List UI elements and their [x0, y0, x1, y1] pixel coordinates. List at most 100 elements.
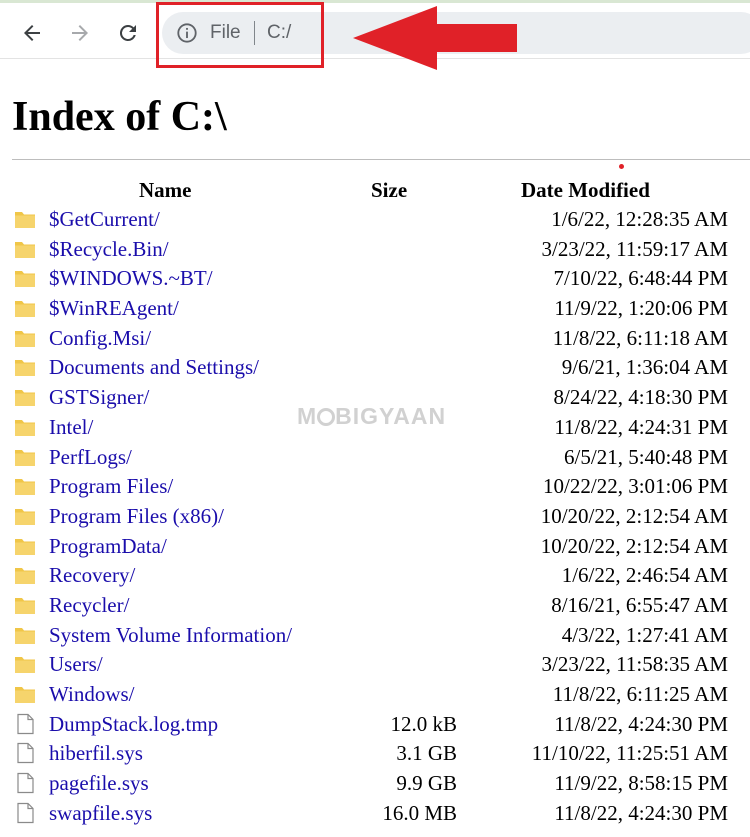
entry-date: 11/10/22, 11:25:51 AM [531, 741, 728, 766]
reload-button[interactable] [114, 19, 142, 47]
entry-date: 7/10/22, 6:48:44 PM [553, 266, 728, 291]
table-row: swapfile.sys 16.0 MB 11/8/22, 4:24:30 PM [0, 798, 750, 828]
folder-icon [14, 238, 36, 260]
entry-link[interactable]: GSTSigner/ [49, 382, 149, 412]
forward-button[interactable] [66, 19, 94, 47]
table-row: $WINDOWS.~BT/7/10/22, 6:48:44 PM [0, 263, 750, 293]
folder-icon [14, 416, 36, 438]
folder-icon [14, 356, 36, 378]
entry-date: 8/24/22, 4:18:30 PM [553, 385, 728, 410]
entry-size: 12.0 kB [390, 711, 457, 736]
table-row: Users/3/23/22, 11:58:35 AM [0, 649, 750, 679]
column-header-size[interactable]: Size [371, 177, 407, 203]
entry-link[interactable]: hiberfil.sys [49, 738, 143, 768]
folder-icon [14, 475, 36, 497]
watermark-logo: M BIGYAAN [297, 403, 447, 429]
table-row: Recycler/8/16/21, 6:55:47 AM [0, 590, 750, 620]
entry-link[interactable]: System Volume Information/ [49, 620, 292, 650]
entry-link[interactable]: PerfLogs/ [49, 442, 132, 472]
entry-link[interactable]: Windows/ [49, 679, 135, 709]
entry-date: 3/23/22, 11:59:17 AM [541, 236, 729, 261]
entry-link[interactable]: Program Files/ [49, 471, 173, 501]
folder-icon [14, 446, 36, 468]
entry-date: 10/22/22, 3:01:06 PM [543, 474, 728, 499]
entry-date: 11/8/22, 6:11:18 AM [552, 325, 728, 350]
entry-link[interactable]: ProgramData/ [49, 531, 167, 561]
table-row: $GetCurrent/1/6/22, 12:28:35 AM [0, 204, 750, 234]
entry-date: 8/16/21, 6:55:47 AM [551, 592, 728, 617]
folder-icon [14, 564, 36, 586]
table-row: DumpStack.log.tmp 12.0 kB 11/8/22, 4:24:30… [0, 709, 750, 739]
entry-date: 11/9/22, 8:58:15 PM [554, 771, 728, 796]
entry-date: 11/8/22, 4:24:31 PM [554, 414, 728, 439]
file-icon [14, 772, 36, 794]
folder-icon [14, 624, 36, 646]
table-row: Windows/11/8/22, 6:11:25 AM [0, 679, 750, 709]
entry-date: 3/23/22, 11:58:35 AM [541, 652, 729, 677]
table-row: ProgramData/10/20/22, 2:12:54 AM [0, 531, 750, 561]
entry-link[interactable]: Recovery/ [49, 560, 135, 590]
folder-icon [14, 535, 36, 557]
folder-icon [14, 267, 36, 289]
directory-listing: $GetCurrent/1/6/22, 12:28:35 AM $Recycle.… [0, 204, 750, 827]
entry-date: 6/5/21, 5:40:48 PM [564, 444, 728, 469]
entry-link[interactable]: Documents and Settings/ [49, 352, 259, 382]
entry-link[interactable]: Users/ [49, 649, 103, 679]
table-row: Program Files (x86)/ 10/20/22, 2:12:54 AM [0, 501, 750, 531]
column-header-name[interactable]: Name [139, 177, 191, 203]
annotation-dot [619, 164, 624, 169]
entry-date: 10/20/22, 2:12:54 AM [540, 503, 728, 528]
entry-link[interactable]: $Recycle.Bin/ [49, 234, 169, 264]
arrow-left-icon [24, 25, 40, 41]
entry-date: 11/8/22, 6:11:25 AM [552, 682, 728, 706]
entry-size: 16.0 MB [382, 800, 457, 825]
file-icon [14, 742, 36, 764]
reload-icon [119, 24, 136, 41]
table-row: $WinREAgent/11/9/22, 1:20:06 PM [0, 293, 750, 323]
folder-icon [14, 653, 36, 675]
table-row: $Recycle.Bin/3/23/22, 11:59:17 AM [0, 234, 750, 264]
table-row: PerfLogs/6/5/21, 5:40:48 PM [0, 442, 750, 472]
folder-icon [14, 386, 36, 408]
entry-link[interactable]: pagefile.sys [49, 768, 149, 798]
table-row: Config.Msi/11/8/22, 6:11:18 AM [0, 323, 750, 353]
file-icon [14, 713, 36, 735]
entry-link[interactable]: $WinREAgent/ [49, 293, 179, 323]
header-rule [12, 159, 750, 160]
entry-date: 11/9/22, 1:20:06 PM [554, 296, 728, 321]
entry-link[interactable]: Intel/ [49, 412, 93, 442]
table-row: System Volume Information/4/3/22, 1:27:4… [0, 620, 750, 650]
folder-icon [14, 208, 36, 230]
annotation-arrow-icon [353, 6, 517, 70]
entry-link[interactable]: DumpStack.log.tmp [49, 709, 218, 739]
entry-date: 10/20/22, 2:12:54 AM [540, 533, 728, 558]
entry-link[interactable]: $WINDOWS.~BT/ [49, 263, 213, 293]
entry-date: 9/6/21, 1:36:04 AM [561, 355, 728, 380]
annotation-highlight-box [156, 2, 324, 68]
column-header-date[interactable]: Date Modified [521, 177, 650, 203]
folder-icon [14, 297, 36, 319]
entry-link[interactable]: Config.Msi/ [49, 323, 151, 353]
folder-icon [14, 594, 36, 616]
folder-icon [14, 505, 36, 527]
table-row: Program Files/10/22/22, 3:01:06 PM [0, 471, 750, 501]
entry-date: 11/8/22, 4:24:30 PM [554, 711, 728, 736]
table-row: Documents and Settings/9/6/21, 1:36:04 A… [0, 352, 750, 382]
file-icon [14, 802, 36, 824]
entry-date: 1/6/22, 2:46:54 AM [561, 563, 728, 588]
entry-size: 3.1 GB [396, 741, 457, 766]
entry-date: 1/6/22, 12:28:35 AM [551, 207, 728, 231]
table-row: pagefile.sys 9.9 GB 11/9/22, 8:58:15 PM [0, 768, 750, 798]
table-row: hiberfil.sys 3.1 GB 11/10/22, 11:25:51 AM [0, 738, 750, 768]
entry-link[interactable]: $GetCurrent/ [49, 204, 160, 234]
entry-link[interactable]: Program Files (x86)/ [49, 501, 224, 531]
folder-icon [14, 683, 36, 705]
entry-link[interactable]: Recycler/ [49, 590, 129, 620]
back-button[interactable] [18, 19, 46, 47]
entry-date: 11/8/22, 4:24:30 PM [554, 800, 728, 825]
page-title: Index of C:\ [12, 94, 227, 140]
entry-size: 9.9 GB [396, 771, 457, 796]
entry-link[interactable]: swapfile.sys [49, 798, 152, 828]
table-row: Recovery/1/6/22, 2:46:54 AM [0, 560, 750, 590]
entry-date: 4/3/22, 1:27:41 AM [561, 622, 728, 647]
